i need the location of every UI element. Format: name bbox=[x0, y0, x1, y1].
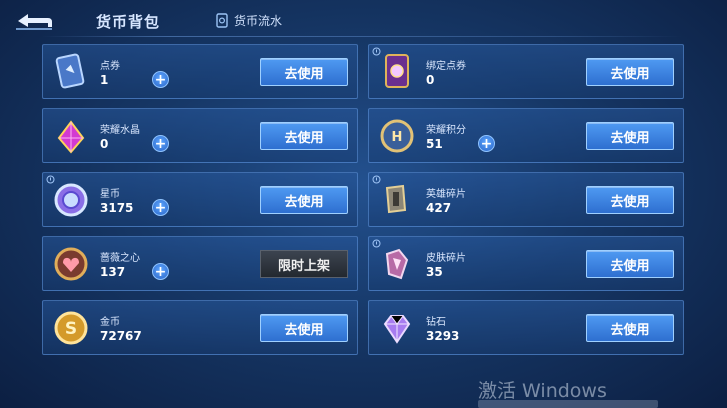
currency-flow-label: 货币流水 bbox=[234, 14, 283, 28]
currency-amount: 0 bbox=[426, 73, 435, 87]
currency-card-rose-heart-coin: 蔷薇之心 137 + 限时上架 bbox=[42, 236, 358, 291]
currency-card-diamond: 钻石 3293 去使用 bbox=[368, 300, 684, 355]
currency-name: 蔷薇之心 bbox=[100, 253, 140, 264]
currency-amount: 72767 bbox=[100, 329, 142, 343]
header-divider bbox=[42, 36, 682, 37]
currency-name: 绑定点券 bbox=[426, 61, 466, 72]
svg-text:S: S bbox=[65, 319, 77, 339]
hero-fragment-icon bbox=[385, 184, 407, 214]
currency-amount: 3293 bbox=[426, 329, 460, 343]
currency-card-glory-points-coin: H 荣耀积分 51 + 去使用 bbox=[368, 108, 684, 163]
currency-flow-link[interactable]: 货币流水 bbox=[216, 12, 282, 29]
currency-name: 皮肤碎片 bbox=[426, 253, 466, 264]
use-hero-fragment-button[interactable]: 去使用 bbox=[586, 186, 674, 214]
currency-card-bound-voucher-card: 绑定点券 0 去使用 bbox=[368, 44, 684, 99]
currency-card-star-coin: 星币 3175 + 去使用 bbox=[42, 172, 358, 227]
rose-heart-coin-icon bbox=[54, 247, 88, 281]
currency-amount: 1 bbox=[100, 73, 109, 87]
skin-fragment-icon bbox=[385, 248, 409, 280]
use-star-coin-button[interactable]: 去使用 bbox=[260, 186, 348, 214]
use-diamond-button[interactable]: 去使用 bbox=[586, 314, 674, 342]
use-skin-fragment-button[interactable]: 去使用 bbox=[586, 250, 674, 278]
top-bar: 货币背包 货币流水 bbox=[0, 0, 727, 40]
currency-amount: 427 bbox=[426, 201, 452, 215]
svg-text:H: H bbox=[392, 130, 403, 145]
voucher-card-icon bbox=[55, 53, 85, 89]
use-bound-voucher-card-button[interactable]: 去使用 bbox=[586, 58, 674, 86]
currency-card-hero-fragment: 英雄碎片 427 去使用 bbox=[368, 172, 684, 227]
currency-name: 金币 bbox=[100, 317, 120, 328]
currency-name: 荣耀积分 bbox=[426, 125, 466, 136]
currency-name: 荣耀水晶 bbox=[100, 125, 140, 136]
currency-card-gold-coin: S 金币 72767 去使用 bbox=[42, 300, 358, 355]
use-voucher-card-button[interactable]: 去使用 bbox=[260, 58, 348, 86]
currency-amount: 137 bbox=[100, 265, 126, 279]
currency-name: 星币 bbox=[100, 189, 120, 200]
back-arrow-icon[interactable] bbox=[14, 11, 54, 31]
add-glory-crystal-button[interactable]: + bbox=[152, 135, 169, 152]
currency-amount: 35 bbox=[426, 265, 443, 279]
ledger-icon bbox=[216, 13, 228, 28]
currency-name: 点券 bbox=[100, 61, 120, 72]
bound-voucher-card-icon bbox=[385, 54, 409, 88]
add-rose-heart-coin-button[interactable]: + bbox=[152, 263, 169, 280]
currency-name: 钻石 bbox=[426, 317, 446, 328]
currency-amount: 3175 bbox=[100, 201, 134, 215]
currency-card-voucher-card: 点券 1 + 去使用 bbox=[42, 44, 358, 99]
activate-windows-watermark: 激活 Windows bbox=[478, 380, 607, 402]
use-gold-coin-button[interactable]: 去使用 bbox=[260, 314, 348, 342]
currency-grid: 点券 1 + 去使用 绑定点券 0 去使用 荣耀水晶 0 + 去使用 H 荣耀积分 51 + 去使用 星币 317… bbox=[42, 44, 684, 355]
use-glory-crystal-button[interactable]: 去使用 bbox=[260, 122, 348, 150]
currency-name: 英雄碎片 bbox=[426, 189, 466, 200]
watermark-subtext-blur bbox=[478, 400, 658, 408]
currency-card-glory-crystal: 荣耀水晶 0 + 去使用 bbox=[42, 108, 358, 163]
limited-release-button[interactable]: 限时上架 bbox=[260, 250, 348, 278]
diamond-icon bbox=[383, 315, 411, 344]
gold-coin-icon: S bbox=[54, 311, 88, 345]
star-coin-icon bbox=[54, 183, 88, 217]
add-star-coin-button[interactable]: + bbox=[152, 199, 169, 216]
add-voucher-card-button[interactable]: + bbox=[152, 71, 169, 88]
currency-amount: 51 bbox=[426, 137, 443, 151]
currency-card-skin-fragment: 皮肤碎片 35 去使用 bbox=[368, 236, 684, 291]
currency-amount: 0 bbox=[100, 137, 109, 151]
page-title: 货币背包 bbox=[96, 13, 161, 31]
add-glory-points-coin-button[interactable]: + bbox=[478, 135, 495, 152]
use-glory-points-coin-button[interactable]: 去使用 bbox=[586, 122, 674, 150]
glory-points-coin-icon: H bbox=[380, 119, 414, 153]
glory-crystal-icon bbox=[57, 120, 85, 154]
